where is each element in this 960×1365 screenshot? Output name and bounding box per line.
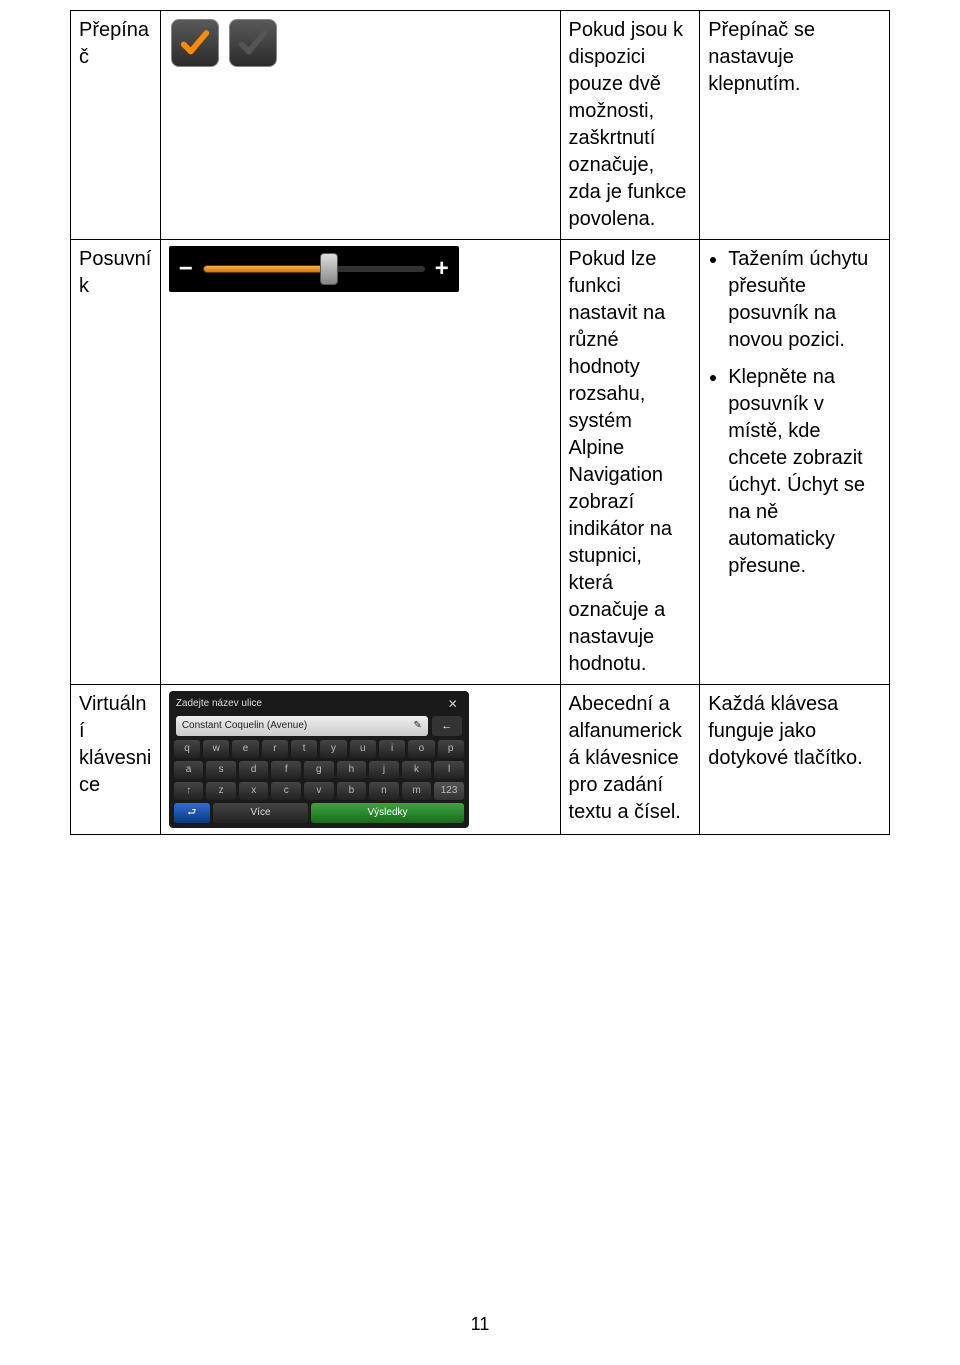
slider-handle-icon xyxy=(320,253,338,285)
key: c xyxy=(271,782,301,800)
key: u xyxy=(350,740,376,758)
key: i xyxy=(379,740,405,758)
key: f xyxy=(271,761,301,779)
control-desc-cell: Pokud lze funkci nastavit na různé hodno… xyxy=(560,240,700,685)
keyboard-prompt: Zadejte název ulice xyxy=(176,697,440,711)
key: w xyxy=(203,740,229,758)
control-name-cell: Virtuální klávesnice xyxy=(71,685,161,835)
list-item: Tažením úchytu přesuňte posuvník na novo… xyxy=(728,246,881,354)
control-image-cell: Zadejte název ulice ✕ Constant Coquelin … xyxy=(160,685,560,835)
numeric-key: 123 xyxy=(434,782,464,800)
keyboard-input-value: Constant Coquelin (Avenue) xyxy=(182,719,307,733)
control-name: Virtuální klávesnice xyxy=(79,693,151,796)
control-action-cell: Každá klávesa funguje jako dotykové tlač… xyxy=(700,685,890,835)
controls-table: Přepínač Pokud jsou k dispozici pouze dv… xyxy=(70,10,890,835)
more-button: Více xyxy=(213,803,308,823)
key: t xyxy=(291,740,317,758)
control-desc: Pokud lze funkci nastavit na různé hodno… xyxy=(569,248,672,675)
key: v xyxy=(304,782,334,800)
table-row: Posuvník − + Pokud lze funkci nastavit n… xyxy=(71,240,890,685)
key: x xyxy=(239,782,269,800)
key: s xyxy=(206,761,236,779)
control-desc-cell: Abecední a alfanumerická klávesnice pro … xyxy=(560,685,700,835)
control-image-cell xyxy=(160,11,560,240)
key: j xyxy=(369,761,399,779)
control-name-cell: Přepínač xyxy=(71,11,161,240)
backspace-icon: ← xyxy=(432,716,462,736)
toggle-icons xyxy=(169,17,552,69)
key: o xyxy=(408,740,434,758)
checkbox-checked-grey-icon xyxy=(229,19,277,67)
control-desc: Abecední a alfanumerická klávesnice pro … xyxy=(569,693,682,823)
control-action: Každá klávesa funguje jako dotykové tlač… xyxy=(708,693,863,769)
results-button: Výsledky xyxy=(311,803,464,823)
table-row: Virtuální klávesnice Zadejte název ulice… xyxy=(71,685,890,835)
action-bullets: Tažením úchytu přesuňte posuvník na novo… xyxy=(708,246,881,580)
key: n xyxy=(369,782,399,800)
keyboard-illustration: Zadejte název ulice ✕ Constant Coquelin … xyxy=(169,691,469,828)
key: z xyxy=(206,782,236,800)
return-button: ⮐ xyxy=(174,803,210,823)
minus-icon: − xyxy=(177,253,195,285)
page-number: 11 xyxy=(0,1314,960,1335)
key: a xyxy=(174,761,204,779)
slider-illustration: − + xyxy=(169,246,459,292)
key: m xyxy=(402,782,432,800)
key: l xyxy=(434,761,464,779)
slider-track xyxy=(203,263,425,275)
close-icon: ✕ xyxy=(444,696,462,712)
keyboard-row-q: q w e r t y u i o p xyxy=(174,740,464,758)
control-action-cell: Přepínač se nastavuje klepnutím. xyxy=(700,11,890,240)
control-action: Přepínač se nastavuje klepnutím. xyxy=(708,19,815,95)
key: r xyxy=(262,740,288,758)
control-desc: Pokud jsou k dispozici pouze dvě možnost… xyxy=(569,19,687,230)
key: b xyxy=(337,782,367,800)
shift-key: ↑ xyxy=(174,782,204,800)
key: d xyxy=(239,761,269,779)
key: h xyxy=(337,761,367,779)
list-item: Klepněte na posuvník v místě, kde chcete… xyxy=(728,364,881,580)
keyboard-row-a: a s d f g h j k l xyxy=(174,761,464,779)
key: k xyxy=(402,761,432,779)
control-name-cell: Posuvník xyxy=(71,240,161,685)
edit-icon: ✎ xyxy=(413,719,421,733)
key: g xyxy=(304,761,334,779)
key: q xyxy=(174,740,200,758)
control-image-cell: − + xyxy=(160,240,560,685)
keyboard-input-field: Constant Coquelin (Avenue) ✎ xyxy=(176,716,428,736)
plus-icon: + xyxy=(433,253,451,285)
key: e xyxy=(232,740,258,758)
table-row: Přepínač Pokud jsou k dispozici pouze dv… xyxy=(71,11,890,240)
control-name: Posuvník xyxy=(79,248,151,297)
control-desc-cell: Pokud jsou k dispozici pouze dvě možnost… xyxy=(560,11,700,240)
keyboard-row-z: ↑ z x c v b n m 123 xyxy=(174,782,464,800)
key: y xyxy=(320,740,346,758)
checkbox-checked-orange-icon xyxy=(171,19,219,67)
control-action-cell: Tažením úchytu přesuňte posuvník na novo… xyxy=(700,240,890,685)
key: p xyxy=(438,740,464,758)
control-name: Přepínač xyxy=(79,19,149,68)
